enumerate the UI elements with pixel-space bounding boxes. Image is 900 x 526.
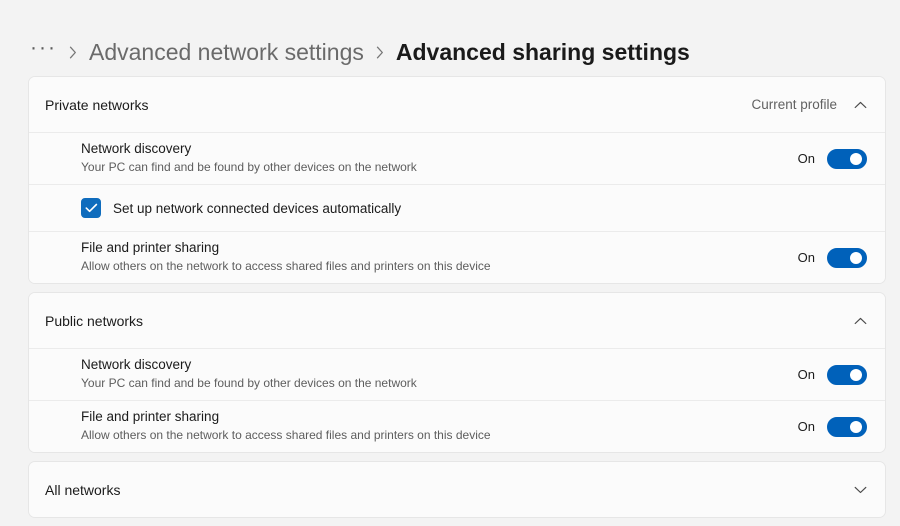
current-profile-label: Current profile bbox=[751, 97, 837, 112]
chevron-right-icon bbox=[67, 46, 79, 59]
toggle-file-and-printer-sharing[interactable] bbox=[827, 247, 867, 268]
section-header-right: Current profile bbox=[751, 97, 867, 112]
setting-row-network-discovery: Network discovery Your PC can find and b… bbox=[29, 133, 885, 184]
toggle-knob bbox=[850, 152, 862, 165]
toggle-state-label: On bbox=[797, 151, 815, 166]
chevron-right-icon bbox=[374, 46, 386, 59]
section-header-right bbox=[853, 314, 867, 328]
section-card-all-networks: All networks bbox=[28, 461, 886, 518]
section-header-public-networks[interactable]: Public networks bbox=[29, 293, 885, 348]
checkbox-label: Set up network connected devices automat… bbox=[113, 200, 402, 216]
toggle-state-label: On bbox=[797, 419, 815, 434]
setting-title: Network discovery bbox=[81, 141, 192, 157]
setting-title: File and printer sharing bbox=[81, 409, 220, 425]
toggle-network-discovery[interactable] bbox=[827, 364, 867, 385]
setting-row-text: Network discovery Your PC can find and b… bbox=[81, 141, 417, 175]
toggle-knob bbox=[850, 368, 862, 381]
checkbox-checked-icon[interactable] bbox=[81, 198, 101, 218]
chevron-down-icon[interactable] bbox=[853, 483, 867, 497]
setting-control: On bbox=[797, 416, 867, 437]
setting-row-network-discovery: Network discovery Your PC can find and b… bbox=[29, 349, 885, 400]
setting-description: Your PC can find and be found by other d… bbox=[81, 376, 417, 391]
breadcrumb-overflow-button[interactable]: ··· bbox=[30, 37, 57, 67]
setting-description: Your PC can find and be found by other d… bbox=[81, 160, 417, 175]
section-header-private-networks[interactable]: Private networks Current profile bbox=[29, 77, 885, 132]
chevron-up-icon[interactable] bbox=[853, 314, 867, 328]
setting-control: On bbox=[797, 364, 867, 385]
setting-row-text: File and printer sharing Allow others on… bbox=[81, 409, 491, 443]
page-title: Advanced sharing settings bbox=[395, 38, 690, 65]
breadcrumb-link-advanced-network-settings[interactable]: Advanced network settings bbox=[89, 39, 364, 66]
toggle-network-discovery[interactable] bbox=[827, 148, 867, 169]
toggle-knob bbox=[850, 251, 862, 264]
section-title: Private networks bbox=[45, 96, 149, 113]
toggle-state-label: On bbox=[797, 367, 815, 382]
section-card-private-networks: Private networks Current profile Network… bbox=[28, 76, 886, 284]
section-title: All networks bbox=[45, 481, 121, 498]
setting-row-file-and-printer-sharing: File and printer sharing Allow others on… bbox=[29, 401, 885, 452]
setting-row-text: File and printer sharing Allow others on… bbox=[81, 240, 491, 274]
chevron-up-icon[interactable] bbox=[853, 98, 867, 112]
section-header-all-networks[interactable]: All networks bbox=[29, 462, 885, 517]
setting-control: On bbox=[797, 148, 867, 169]
setting-description: Allow others on the network to access sh… bbox=[81, 428, 491, 443]
checkbox-row-auto-setup-devices[interactable]: Set up network connected devices automat… bbox=[29, 185, 885, 231]
setting-row-file-and-printer-sharing: File and printer sharing Allow others on… bbox=[29, 232, 885, 283]
toggle-knob bbox=[850, 420, 862, 433]
toggle-state-label: On bbox=[797, 250, 815, 265]
setting-row-text: Network discovery Your PC can find and b… bbox=[81, 357, 417, 391]
section-title: Public networks bbox=[45, 312, 144, 329]
section-header-right bbox=[853, 483, 867, 497]
setting-title: Network discovery bbox=[81, 357, 192, 373]
setting-control: On bbox=[797, 247, 867, 268]
setting-description: Allow others on the network to access sh… bbox=[81, 259, 491, 274]
setting-title: File and printer sharing bbox=[81, 240, 220, 256]
section-card-public-networks: Public networks Network discovery Your P… bbox=[28, 292, 886, 453]
breadcrumb: ··· Advanced network settings Advanced s… bbox=[0, 0, 900, 76]
toggle-file-and-printer-sharing[interactable] bbox=[827, 416, 867, 437]
